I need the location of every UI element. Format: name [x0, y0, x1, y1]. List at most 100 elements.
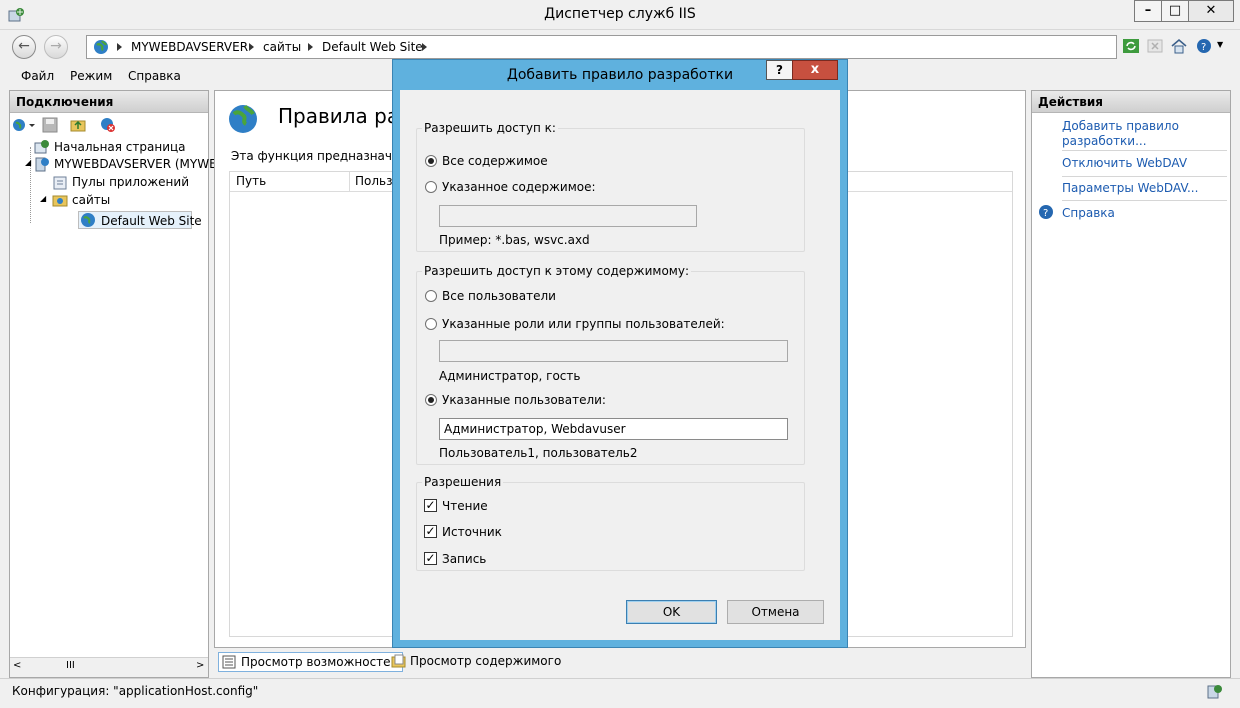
column-path[interactable]: Путь: [236, 174, 266, 188]
menu-file[interactable]: Файл: [21, 69, 54, 83]
connections-header: Подключения: [10, 91, 208, 113]
menu-view[interactable]: Режим: [70, 69, 112, 83]
help-icon[interactable]: ?: [1196, 37, 1214, 55]
breadcrumb-separator-icon: [308, 43, 313, 51]
action-disable-webdav[interactable]: Отключить WebDAV: [1062, 156, 1222, 171]
action-add-authoring-rule[interactable]: Добавить правило разработки...: [1062, 119, 1222, 149]
maximize-button[interactable]: □: [1161, 0, 1189, 22]
expand-arrow-icon[interactable]: ◢: [25, 158, 31, 167]
tree-item-app-pools[interactable]: Пулы приложений: [72, 175, 189, 189]
radio-specified-content[interactable]: [425, 181, 437, 193]
dialog-title-bar: Добавить правило разработки ? x: [393, 60, 847, 90]
expand-arrow-icon[interactable]: ◢: [40, 194, 46, 203]
globe-icon: [80, 212, 96, 228]
status-bar: Конфигурация: "applicationHost.config": [0, 678, 1240, 708]
actions-panel: Действия Добавить правило разработки... …: [1031, 90, 1231, 678]
radio-roles[interactable]: [425, 318, 437, 330]
radio-all-users[interactable]: [425, 290, 437, 302]
label-roles[interactable]: Указанные роли или группы пользователей:: [442, 317, 725, 331]
access-group: Разрешить доступ к: Все содержимое Указа…: [416, 121, 805, 252]
stop-icon[interactable]: [1146, 37, 1164, 55]
svg-text:?: ?: [1201, 42, 1206, 53]
cancel-button[interactable]: Отмена: [727, 600, 824, 624]
home-icon[interactable]: [1170, 37, 1188, 55]
tree-item-start-page[interactable]: Начальная страница: [54, 140, 186, 154]
breadcrumb-sites[interactable]: сайты: [263, 40, 301, 54]
label-all-content[interactable]: Все содержимое: [442, 154, 548, 168]
menu-help[interactable]: Справка: [128, 69, 181, 83]
title-bar: Диспетчер служб IIS – □ ✕: [0, 0, 1240, 30]
checkbox-read[interactable]: ✓: [424, 499, 437, 512]
start-page-icon: [34, 139, 50, 155]
label-write[interactable]: Запись: [442, 552, 486, 566]
features-view-icon: [222, 655, 236, 672]
view-tabs: Просмотр возможностей Просмотр содержимо…: [214, 650, 1026, 674]
label-specified-content[interactable]: Указанное содержимое:: [442, 180, 596, 194]
add-authoring-rule-dialog: Добавить правило разработки ? x Разрешит…: [393, 60, 847, 647]
action-help[interactable]: Справка: [1062, 206, 1222, 221]
label-all-users[interactable]: Все пользователи: [442, 289, 556, 303]
tab-features-view[interactable]: Просмотр возможностей: [218, 652, 404, 672]
connect-icon[interactable]: [12, 117, 35, 133]
divider: [1062, 176, 1227, 177]
connections-toolbar: [10, 113, 208, 137]
navigation-bar: ← → MYWEBDAVSERVER сайты Default Web Sit…: [0, 30, 1240, 62]
checkbox-write[interactable]: ✓: [424, 552, 437, 565]
server-icon: [34, 156, 50, 172]
action-webdav-settings[interactable]: Параметры WebDAV...: [1062, 181, 1222, 196]
specified-users-input[interactable]: Администратор, Webdavuser: [439, 418, 788, 440]
roles-input[interactable]: [439, 340, 788, 362]
ok-button[interactable]: OK: [626, 600, 717, 624]
actions-header: Действия: [1032, 91, 1230, 113]
content-example-hint: Пример: *.bas, wsvc.axd: [439, 233, 590, 247]
breadcrumb-separator-icon: [422, 43, 427, 51]
users-example-hint: Пользователь1, пользователь2: [439, 446, 638, 460]
tab-label: Просмотр содержимого: [410, 654, 562, 668]
save-icon[interactable]: [42, 117, 58, 133]
status-text: Конфигурация: "applicationHost.config": [12, 684, 259, 698]
back-button[interactable]: ←: [12, 35, 36, 59]
content-view-icon: [391, 654, 407, 671]
breadcrumb-server[interactable]: MYWEBDAVSERVER: [131, 40, 248, 54]
checkbox-source[interactable]: ✓: [424, 525, 437, 538]
connections-panel: Подключения Начальная страница ◢ MYWEBDA…: [9, 90, 234, 678]
label-source[interactable]: Источник: [442, 525, 502, 539]
close-window-button[interactable]: ✕: [1188, 0, 1234, 22]
specified-content-input[interactable]: [439, 205, 697, 227]
horizontal-scrollbar[interactable]: < III >: [10, 657, 208, 677]
webdav-globe-icon: [227, 103, 259, 138]
forward-button[interactable]: →: [44, 35, 68, 59]
globe-icon: [93, 39, 109, 55]
address-bar[interactable]: MYWEBDAVSERVER сайты Default Web Site: [86, 35, 1117, 59]
permissions-group: Разрешения ✓ Чтение ✓ Источник ✓ Запись: [416, 475, 805, 571]
access-group-title: Разрешить доступ к:: [422, 121, 558, 135]
radio-specified-users[interactable]: [425, 394, 437, 406]
permissions-group-title: Разрешения: [422, 475, 504, 489]
tree-item-sites[interactable]: сайты: [72, 193, 110, 207]
help-dropdown-icon[interactable]: ▼: [1217, 40, 1223, 49]
scroll-right-icon[interactable]: >: [196, 660, 204, 671]
tab-content-view[interactable]: Просмотр содержимого: [388, 652, 565, 672]
users-group: Разрешить доступ к этому содержимому: Вс…: [416, 264, 805, 465]
minimize-button[interactable]: –: [1134, 0, 1162, 22]
label-read[interactable]: Чтение: [442, 499, 488, 513]
disconnect-icon[interactable]: [100, 117, 116, 133]
help-icon: ?: [1038, 204, 1054, 223]
breadcrumb-default-web-site[interactable]: Default Web Site: [322, 40, 423, 54]
dialog-close-button[interactable]: x: [792, 60, 838, 80]
sites-folder-icon: [52, 192, 68, 208]
tree-item-server[interactable]: MYWEBDAVSERVER (MYWEBD: [54, 157, 234, 171]
dialog-help-button[interactable]: ?: [766, 60, 793, 80]
up-folder-icon[interactable]: [70, 117, 86, 133]
tree-item-default-web-site[interactable]: Default Web Site: [78, 211, 202, 229]
window-title: Диспетчер служб IIS: [544, 6, 696, 22]
scroll-thumb[interactable]: III: [66, 660, 75, 671]
tab-label: Просмотр возможностей: [241, 655, 399, 669]
radio-all-content[interactable]: [425, 155, 437, 167]
scroll-left-icon[interactable]: <: [13, 660, 21, 671]
breadcrumb-separator-icon: [117, 43, 122, 51]
label-specified-users[interactable]: Указанные пользователи:: [442, 393, 606, 407]
server-status-icon: [1206, 683, 1224, 704]
users-group-title: Разрешить доступ к этому содержимому:: [422, 264, 692, 278]
refresh-icon[interactable]: [1122, 37, 1140, 55]
